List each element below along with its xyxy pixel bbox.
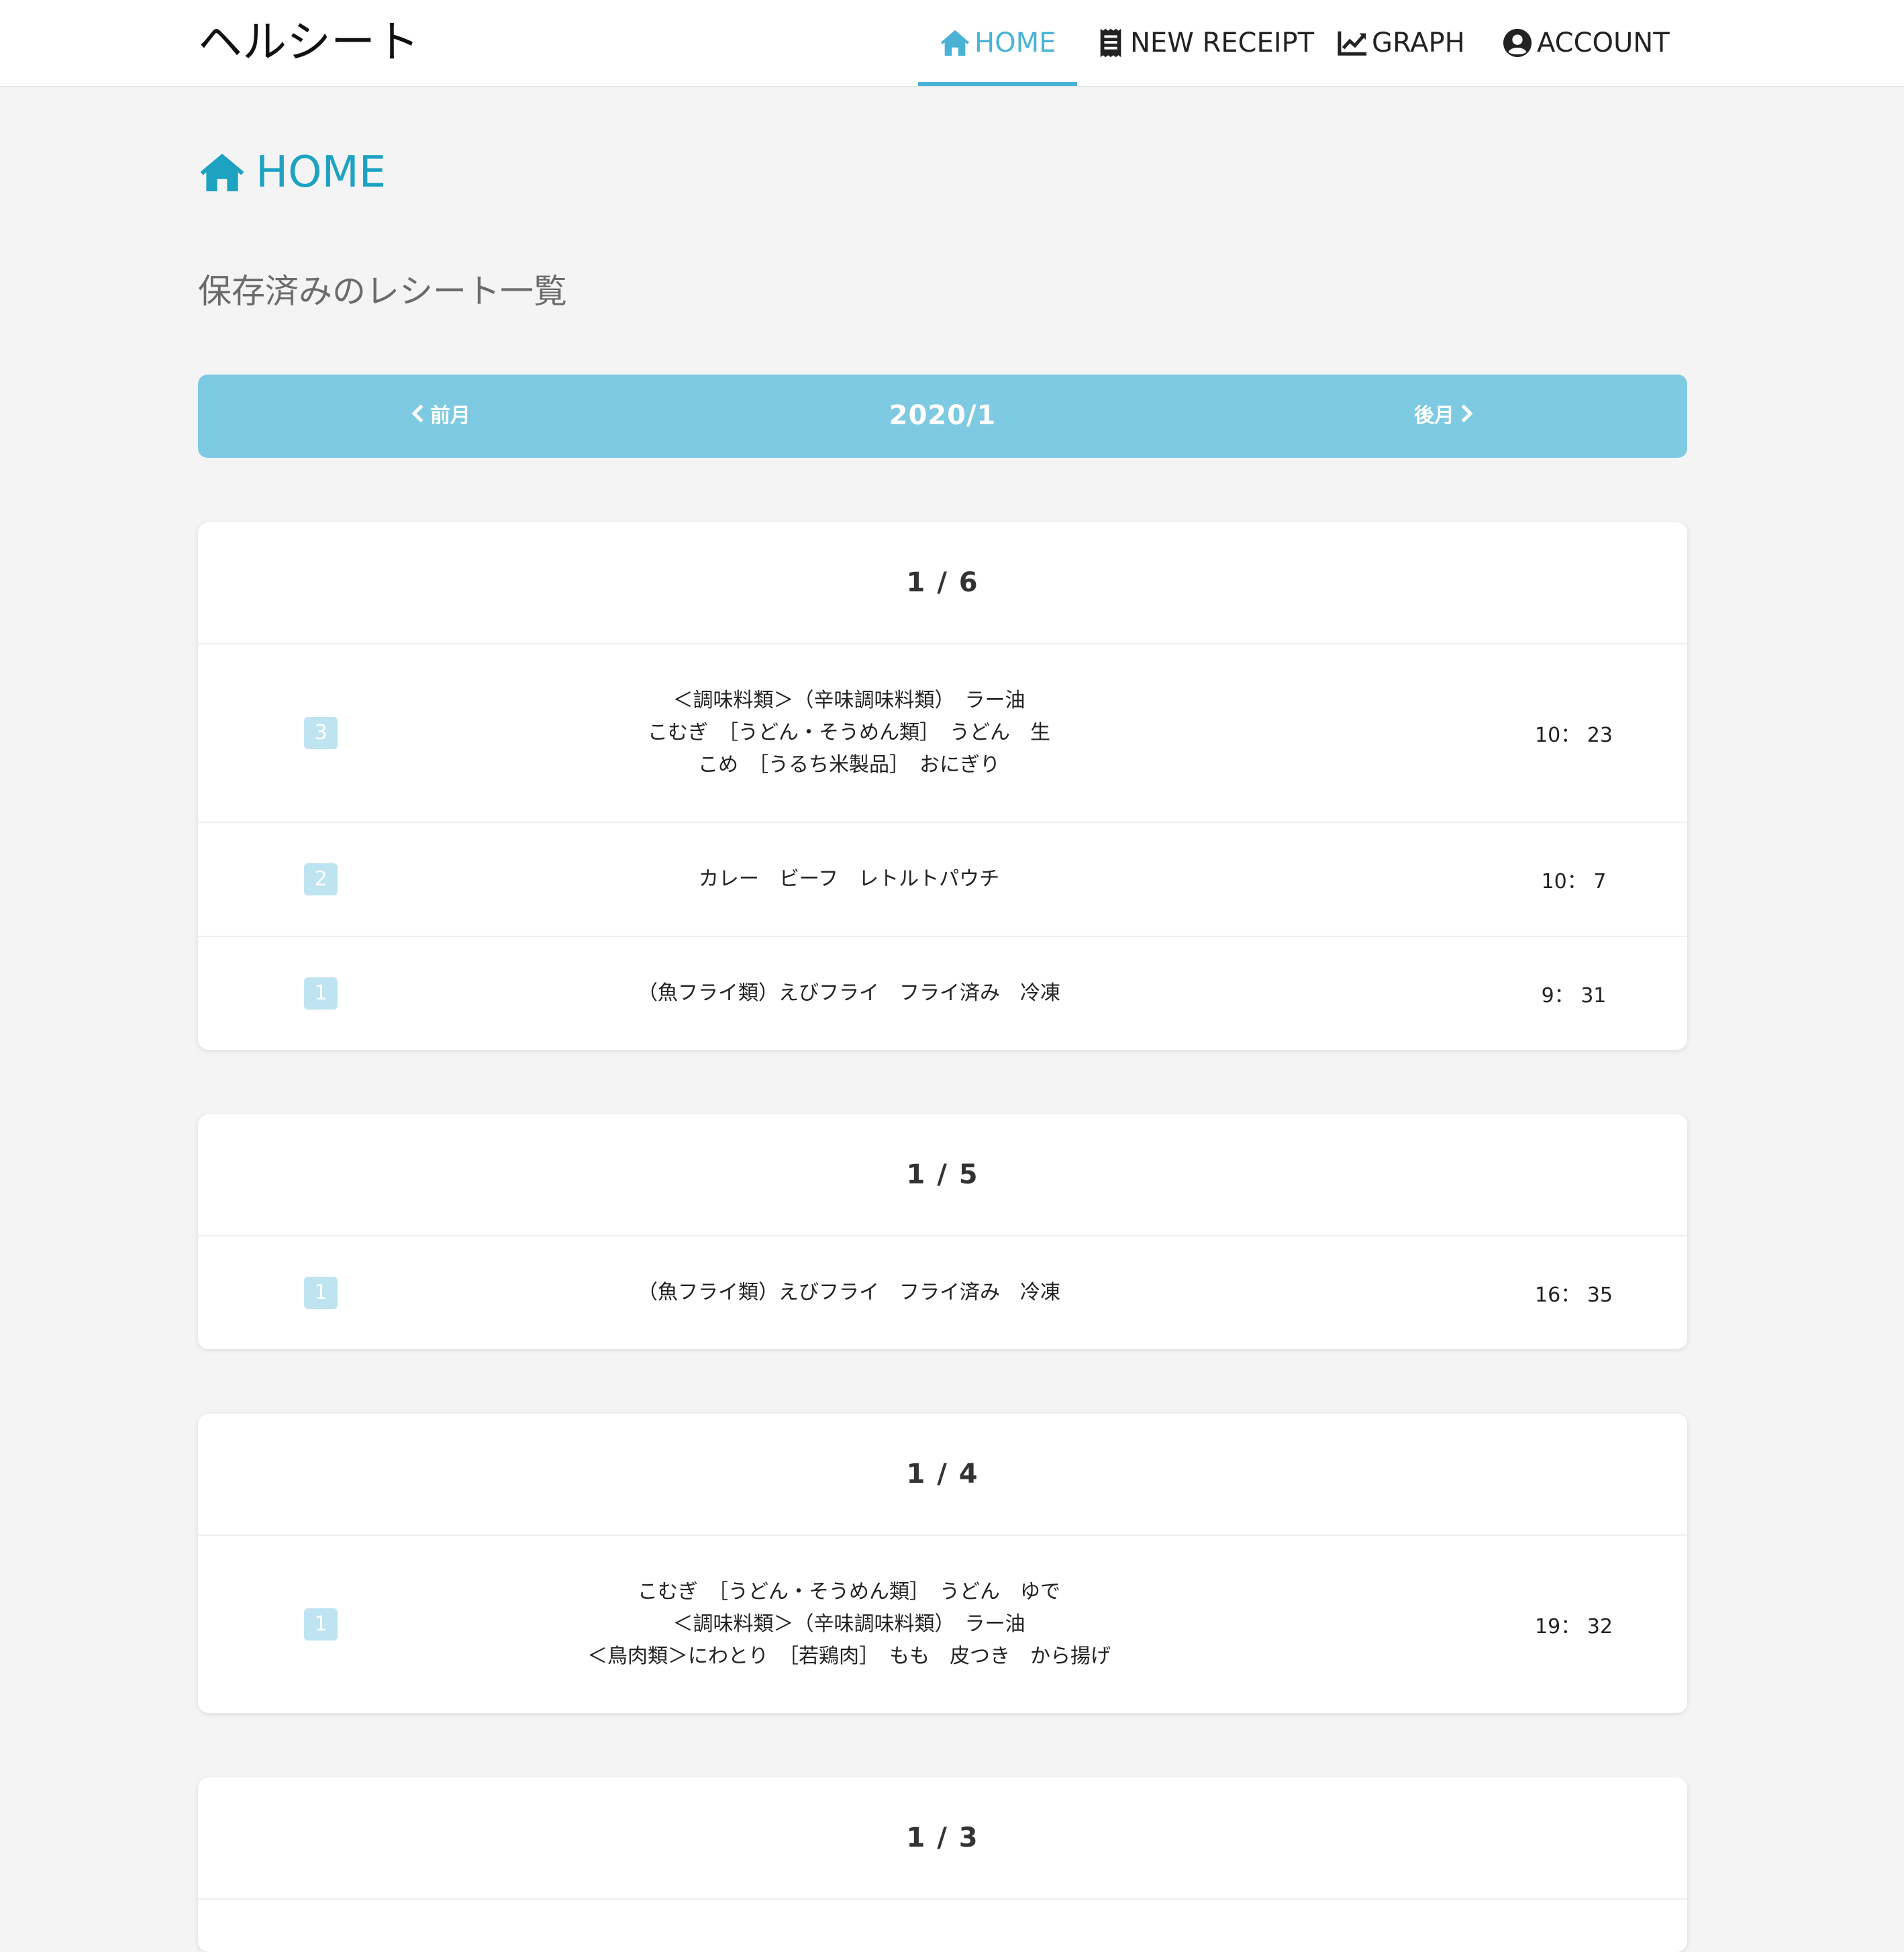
- next-month-label: 後月: [1414, 404, 1454, 428]
- nav-new-receipt[interactable]: NEW RECEIPT: [1095, 0, 1314, 86]
- day-date: 1 / 6: [198, 522, 1687, 644]
- nav-new-receipt-label: NEW RECEIPT: [1130, 28, 1315, 58]
- item-count-badge: 2: [304, 863, 338, 895]
- receipt-row[interactable]: 1 こむぎ ［うどん・そうめん類］ うどん ゆで ＜調味料類＞（辛味調味料類） …: [198, 1536, 1687, 1713]
- receipt-time: 9： 31: [1541, 984, 1607, 1008]
- day-date: 1 / 5: [198, 1114, 1687, 1236]
- receipt-row[interactable]: 2 カレー ビーフ レトルトパウチ 10： 7: [198, 823, 1687, 937]
- item-count-badge: 1: [304, 977, 338, 1010]
- nav-home[interactable]: HOME: [918, 0, 1078, 86]
- receipt-item: ＜調味料類＞（辛味調味料類） ラー油: [672, 689, 1025, 712]
- app-logo[interactable]: ヘルシート: [198, 13, 419, 71]
- receipt-item: カレー ビーフ レトルトパウチ: [698, 867, 1000, 891]
- active-tab-indicator: [918, 82, 1078, 86]
- day-date: 1 / 3: [198, 1777, 1687, 1900]
- page-title: HOME: [198, 148, 386, 197]
- receipt-items: （魚フライ類）えびフライ フライ済み 冷凍: [480, 977, 1218, 1010]
- top-navbar: ヘルシート HOME NEW RECEIPT GRAPH ACCOUNT: [0, 0, 1904, 87]
- receipt-item: こむぎ ［うどん・そうめん類］ うどん 生: [648, 721, 1050, 744]
- receipt-items: カレー ビーフ レトルトパウチ: [480, 863, 1218, 895]
- user-circle-icon: [1503, 28, 1532, 58]
- page-title-text: HOME: [256, 148, 387, 197]
- item-count-badge: 1: [304, 1277, 338, 1309]
- receipt-row[interactable]: 3 ＜調味料類＞（辛味調味料類） ラー油 こむぎ ［うどん・そうめん類］ うどん…: [198, 644, 1687, 823]
- receipt-items: こむぎ ［うどん・そうめん類］ うどん ゆで ＜調味料類＞（辛味調味料類） ラー…: [480, 1576, 1218, 1673]
- receipt-items: ＜調味料類＞（辛味調味料類） ラー油 こむぎ ［うどん・そうめん類］ うどん 生…: [480, 685, 1218, 781]
- receipt-time: 19： 32: [1535, 1615, 1613, 1639]
- item-count-badge: 3: [304, 717, 338, 749]
- next-month-button[interactable]: 後月: [1414, 399, 1474, 428]
- day-card: 1 / 3: [198, 1777, 1687, 1952]
- nav-graph[interactable]: GRAPH: [1337, 0, 1465, 86]
- day-date: 1 / 4: [198, 1414, 1687, 1536]
- receipt-item: ＜調味料類＞（辛味調味料類） ラー油: [672, 1612, 1025, 1636]
- day-card: 1 / 5 1 （魚フライ類）えびフライ フライ済み 冷凍 16： 35: [198, 1114, 1687, 1349]
- day-card: 1 / 6 3 ＜調味料類＞（辛味調味料類） ラー油 こむぎ ［うどん・そうめん…: [198, 522, 1687, 1050]
- receipt-item: こめ ［うるち米製品］ おにぎり: [698, 753, 1000, 777]
- receipt-row[interactable]: 1 （魚フライ類）えびフライ フライ済み 冷凍 16： 35: [198, 1236, 1687, 1349]
- receipt-time: 10： 23: [1535, 724, 1613, 747]
- receipt-icon: [1100, 28, 1121, 58]
- nav-home-label: HOME: [974, 28, 1056, 58]
- item-count-badge: 1: [304, 1608, 338, 1641]
- nav-graph-label: GRAPH: [1372, 28, 1465, 58]
- chevron-right-icon: [1461, 404, 1473, 423]
- receipt-item: ＜鳥肉類＞にわとり ［若鶏肉］ もも 皮つき から揚げ: [587, 1645, 1111, 1668]
- nav-account-label: ACCOUNT: [1537, 28, 1670, 58]
- page-subtitle: 保存済みのレシート一覧: [198, 272, 567, 311]
- chart-line-icon: [1338, 31, 1367, 56]
- home-icon: [200, 153, 244, 192]
- receipt-item: （魚フライ類）えびフライ フライ済み 冷凍: [638, 981, 1060, 1005]
- receipt-item: （魚フライ類）えびフライ フライ済み 冷凍: [638, 1281, 1060, 1304]
- home-icon: [940, 30, 970, 56]
- receipt-time: 16： 35: [1535, 1283, 1613, 1307]
- day-card: 1 / 4 1 こむぎ ［うどん・そうめん類］ うどん ゆで ＜調味料類＞（辛味…: [198, 1414, 1687, 1713]
- receipt-row[interactable]: 1 （魚フライ類）えびフライ フライ済み 冷凍 9： 31: [198, 937, 1687, 1050]
- month-navigation: 前月 2020/1 後月: [198, 375, 1687, 458]
- receipt-item: こむぎ ［うどん・そうめん類］ うどん ゆで: [638, 1580, 1060, 1604]
- receipt-items: （魚フライ類）えびフライ フライ済み 冷凍: [480, 1277, 1218, 1309]
- receipt-time: 10： 7: [1541, 870, 1607, 893]
- nav-account[interactable]: ACCOUNT: [1502, 0, 1670, 86]
